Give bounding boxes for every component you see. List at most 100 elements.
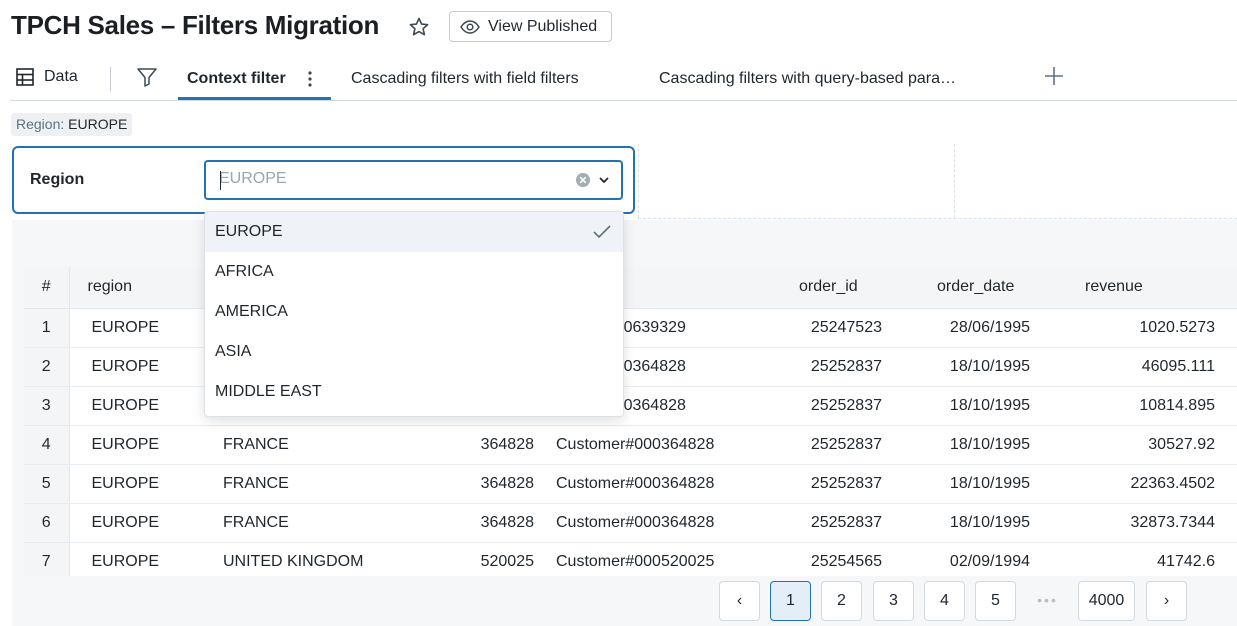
option-label: ASIA — [215, 343, 252, 360]
view-published-button[interactable]: View Published — [449, 11, 612, 42]
dropdown-option[interactable]: MIDDLE EAST — [205, 372, 623, 412]
text-cursor — [220, 171, 221, 190]
column-header[interactable]: # — [24, 267, 70, 309]
option-label: EUROPE — [215, 223, 283, 240]
tab-data-label: Data — [44, 68, 78, 85]
table-cell: EUROPE — [69, 386, 201, 426]
filter-label: Region — [30, 171, 85, 188]
table-cell: 25252837 — [766, 503, 904, 543]
table-icon — [16, 68, 34, 86]
region-select-placeholder: EUROPE — [219, 170, 287, 187]
tab-data[interactable]: Data — [16, 68, 78, 86]
table-cell: FRANCE — [201, 464, 401, 504]
table-cell: EUROPE — [69, 308, 201, 348]
tab-divider — [110, 67, 111, 91]
table-cell: Customer#000364828 — [556, 464, 766, 504]
table-row: 7 EUROPE UNITED KINGDOM 520025 Customer#0005… — [24, 542, 1237, 576]
region-dropdown-menu: EUROPE AFRICA AMERICA ASIA MIDDLE EAST — [204, 211, 624, 417]
table-cell: FRANCE — [201, 503, 401, 543]
table-cell: 364828 — [401, 425, 556, 465]
table-cell: Customer#000364828 — [556, 503, 766, 543]
table-cell: 18/10/1995 — [904, 347, 1052, 387]
table-cell: FRANCE — [201, 425, 401, 465]
table-cell: 25247523 — [766, 308, 904, 348]
column-header[interactable]: order_id — [766, 267, 904, 309]
table-cell: 520025 — [401, 542, 556, 576]
applied-filter-chip: Region: EUROPE — [11, 113, 133, 136]
table-cell: 364828 — [401, 464, 556, 504]
table-cell: 18/10/1995 — [904, 425, 1052, 465]
eye-icon — [460, 19, 480, 34]
tab-cascading-query-params[interactable]: Cascading filters with query-based para… — [659, 70, 956, 88]
pagination-ellipsis: ••• — [1037, 592, 1058, 608]
table-cell: 10814.895 — [1052, 386, 1237, 426]
page-title: TPCH Sales – Filters Migration — [11, 10, 380, 40]
table-cell: 46095.111 — [1052, 347, 1237, 387]
page-button[interactable]: 2 — [821, 581, 862, 621]
table-cell: EUROPE — [69, 425, 201, 465]
chevron-down-icon[interactable] — [597, 173, 611, 187]
grid-guide — [954, 144, 955, 218]
add-tab-icon[interactable] — [1042, 64, 1066, 88]
table-cell: 28/06/1995 — [904, 308, 1052, 348]
table-cell: 1 — [24, 308, 70, 348]
filter-icon[interactable] — [136, 66, 158, 88]
column-header[interactable]: revenue — [1052, 267, 1237, 309]
table-cell: 18/10/1995 — [904, 464, 1052, 504]
clear-icon[interactable] — [575, 172, 591, 188]
table-cell: EUROPE — [69, 464, 201, 504]
table-cell: EUROPE — [69, 347, 201, 387]
table-cell: 41742.6 — [1052, 542, 1237, 576]
table-cell: 3 — [24, 386, 70, 426]
tab-cascading-field-filters[interactable]: Cascading filters with field filters — [351, 70, 579, 88]
column-header[interactable]: region — [69, 267, 201, 309]
table-cell: 2 — [24, 347, 70, 387]
option-label: AFRICA — [215, 263, 274, 280]
grid-guide — [638, 144, 639, 218]
prev-page-button[interactable]: ‹ — [719, 581, 760, 621]
table-row: 5 EUROPE FRANCE 364828 Customer#000364828 252… — [24, 464, 1237, 504]
dropdown-option[interactable]: ASIA — [205, 332, 623, 372]
next-page-button[interactable]: › — [1146, 581, 1187, 621]
table-cell: 22363.4502 — [1052, 464, 1237, 504]
page-button[interactable]: 5 — [975, 581, 1016, 621]
table-row: 6 EUROPE FRANCE 364828 Customer#000364828 252… — [24, 503, 1237, 543]
table-cell: 364828 — [401, 503, 556, 543]
option-label: AMERICA — [215, 303, 288, 320]
table-cell: 25254565 — [766, 542, 904, 576]
page-button[interactable]: 1 — [770, 581, 811, 621]
table-cell: 25252837 — [766, 386, 904, 426]
column-header[interactable]: order_date — [904, 267, 1052, 309]
table-row: 4 EUROPE FRANCE 364828 Customer#000364828 252… — [24, 425, 1237, 465]
table-cell: 25252837 — [766, 347, 904, 387]
table-cell: 7 — [24, 542, 70, 576]
page-button[interactable]: 3 — [873, 581, 914, 621]
dropdown-option[interactable]: AMERICA — [205, 292, 623, 332]
star-icon[interactable] — [407, 15, 431, 39]
table-cell: Customer#000364828 — [556, 425, 766, 465]
dropdown-option[interactable]: EUROPE — [205, 212, 623, 252]
view-published-label: View Published — [488, 17, 598, 35]
page-button[interactable]: 4 — [924, 581, 965, 621]
page-button[interactable]: 4000 — [1078, 581, 1135, 621]
tab-bar-divider — [10, 100, 1237, 101]
tab-context-filter[interactable]: Context filter — [187, 70, 286, 88]
chip-key: Region: — [16, 116, 65, 132]
table-cell: 18/10/1995 — [904, 503, 1052, 543]
table-cell: 25252837 — [766, 425, 904, 465]
table-cell: Customer#000520025 — [556, 542, 766, 576]
chip-value: EUROPE — [68, 116, 128, 132]
kebab-menu-icon[interactable] — [305, 70, 315, 88]
table-cell: 6 — [24, 503, 70, 543]
table-cell: 25252837 — [766, 464, 904, 504]
table-cell: EUROPE — [69, 542, 201, 576]
table-cell: 18/10/1995 — [904, 386, 1052, 426]
table-cell: 32873.7344 — [1052, 503, 1237, 543]
dropdown-option[interactable]: AFRICA — [205, 252, 623, 292]
option-label: MIDDLE EAST — [215, 383, 322, 400]
table-cell: 4 — [24, 425, 70, 465]
check-icon — [593, 225, 611, 239]
table-cell: 1020.5273 — [1052, 308, 1237, 348]
table-cell: 02/09/1994 — [904, 542, 1052, 576]
table-cell: 30527.92 — [1052, 425, 1237, 465]
